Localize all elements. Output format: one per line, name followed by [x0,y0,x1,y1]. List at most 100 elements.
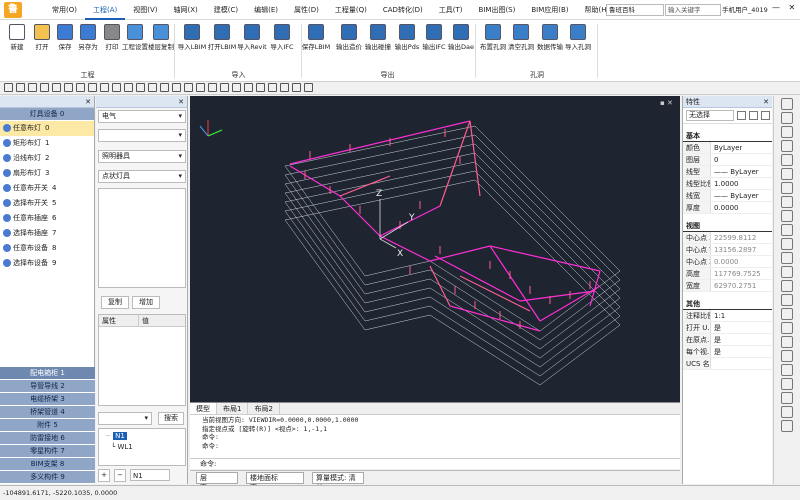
draw-tool-icon[interactable] [160,83,169,92]
menu-item-10[interactable]: BIM出图(S) [471,0,524,20]
remove-circuit-button[interactable]: − [114,469,126,482]
tool-item[interactable]: 选择布开关 5 [0,196,94,211]
property-row[interactable]: 线型 —— ByLayer [683,166,772,178]
side-tool-icon[interactable] [781,140,793,152]
layout-tab[interactable]: 布局2 [248,403,280,414]
side-tool-icon[interactable] [781,322,793,334]
menu-item-6[interactable]: 属性(D) [286,0,327,20]
tool-item[interactable]: 沿线布灯 2 [0,151,94,166]
side-tool-icon[interactable] [781,308,793,320]
category-item[interactable]: 电缆桥架 3 [0,393,95,406]
property-row[interactable]: 中心点 X22599.8112 [683,232,772,244]
floor-elevation-field[interactable]: 楼地面标高:-600 [246,472,304,492]
draw-tool-icon[interactable] [232,83,241,92]
model-viewport[interactable]: Z Y X ▪ ✕ [190,96,680,402]
tree-filter-select[interactable] [98,412,152,425]
floor-height-field[interactable]: 层高:2500 [196,472,238,492]
draw-tool-icon[interactable] [268,83,277,92]
tool-item[interactable]: 任意布设备 8 [0,241,94,256]
menu-item-4[interactable]: 建模(C) [206,0,246,20]
close-icon[interactable]: ✕ [85,96,91,108]
close-icon[interactable]: ✕ [178,98,184,106]
draw-tool-icon[interactable] [196,83,205,92]
add-circuit-button[interactable]: + [98,469,110,482]
menu-item-0[interactable]: 常用(O) [44,0,85,20]
tree-node-wl1[interactable]: WL1 [117,443,132,451]
menu-item-1[interactable]: 工程(A) [84,0,126,20]
draw-tool-icon[interactable] [280,83,289,92]
draw-tool-icon[interactable] [16,83,25,92]
side-tool-icon[interactable] [781,238,793,250]
property-row[interactable]: 图层 0 [683,154,772,166]
draw-tool-icon[interactable] [292,83,301,92]
circuit-name-field[interactable]: N1 [130,469,170,481]
draw-tool-icon[interactable] [304,83,313,92]
select-objects-icon[interactable] [749,111,758,120]
draw-tool-icon[interactable] [88,83,97,92]
window-controls[interactable]: — ✕ [772,3,798,12]
tool-item[interactable]: 扇形布灯 3 [0,166,94,181]
category-item[interactable]: BIM支架 8 [0,458,95,471]
draw-tool-icon[interactable] [100,83,109,92]
tree-node-n1[interactable]: N1 [113,432,127,440]
section-view[interactable]: 视图 [683,220,772,232]
menu-item-11[interactable]: BIM应用(B) [523,0,576,20]
tool-item[interactable]: 任意布开关 4 [0,181,94,196]
side-tool-icon[interactable] [781,392,793,404]
side-tool-icon[interactable] [781,280,793,292]
property-row[interactable]: 中心点 Z0.0000 [683,256,772,268]
tool-item[interactable]: 任意布插座 6 [0,211,94,226]
component-list[interactable] [98,188,186,288]
search-scope-select[interactable]: 鲁班百科 [606,4,664,16]
draw-tool-icon[interactable] [148,83,157,92]
copy-button[interactable]: 复制 [101,296,129,309]
property-row[interactable]: 厚度 0.0000 [683,202,772,214]
menu-item-5[interactable]: 编辑(E) [246,0,286,20]
category-item[interactable]: 导管导线 2 [0,380,95,393]
property-row[interactable]: 宽度 62970.2751 [683,280,772,292]
model-3d-drawing[interactable]: Z Y X ▪ ✕ [190,96,680,402]
draw-tool-icon[interactable] [244,83,253,92]
draw-tool-icon[interactable] [112,83,121,92]
side-tool-icon[interactable] [781,266,793,278]
menu-item-3[interactable]: 轴网(X) [166,0,206,20]
property-row[interactable]: 颜色 ByLayer [683,142,772,154]
side-tool-icon[interactable] [781,196,793,208]
side-tool-icon[interactable] [781,182,793,194]
category-item[interactable]: 防雷接地 6 [0,432,95,445]
selection-select[interactable]: 无选择 [686,110,734,121]
category-item[interactable]: 配电箱柜 1 [0,367,95,380]
category-lighting[interactable]: 灯具设备 0 [0,108,94,121]
property-row[interactable]: 在原点... 是 [683,334,772,346]
property-row[interactable]: UCS 名... [683,358,772,370]
property-row[interactable]: 打开 U...是 [683,322,772,334]
tool-item[interactable]: 选择布设备 9 [0,256,94,271]
draw-tool-icon[interactable] [256,83,265,92]
side-tool-icon[interactable] [781,420,793,432]
tool-item[interactable]: 矩形布灯 1 [0,136,94,151]
side-tool-icon[interactable] [781,154,793,166]
draw-tool-icon[interactable] [208,83,217,92]
quick-select-icon[interactable] [737,111,746,120]
property-row[interactable]: 注释比例1:1 [683,310,772,322]
side-tool-icon[interactable] [781,168,793,180]
category-item[interactable]: 附件 5 [0,419,95,432]
property-row[interactable]: 线宽 —— ByLayer [683,190,772,202]
side-tool-icon[interactable] [781,224,793,236]
menu-item-8[interactable]: CAD转化(D) [375,0,431,20]
add-button[interactable]: 增加 [132,296,160,309]
menu-item-7[interactable]: 工程量(Q) [327,0,375,20]
side-tool-icon[interactable] [781,126,793,138]
family-select[interactable]: 点状灯具 [98,170,186,183]
property-row[interactable]: 高度 117769.7525 [683,268,772,280]
draw-tool-icon[interactable] [76,83,85,92]
draw-tool-icon[interactable] [40,83,49,92]
side-tool-icon[interactable] [781,406,793,418]
ribbon-tool-20[interactable]: 导入孔洞 [563,22,593,51]
ribbon-tool-10[interactable]: 导入IFC [267,22,297,51]
viewport-controls[interactable]: ▪ ✕ [660,99,673,107]
subsystem-select[interactable] [98,129,186,142]
category-item[interactable]: 零星构件 7 [0,445,95,458]
ribbon-tool-11[interactable]: 保存LBIM [301,22,331,51]
property-row[interactable]: 线型比例1.0000 [683,178,772,190]
